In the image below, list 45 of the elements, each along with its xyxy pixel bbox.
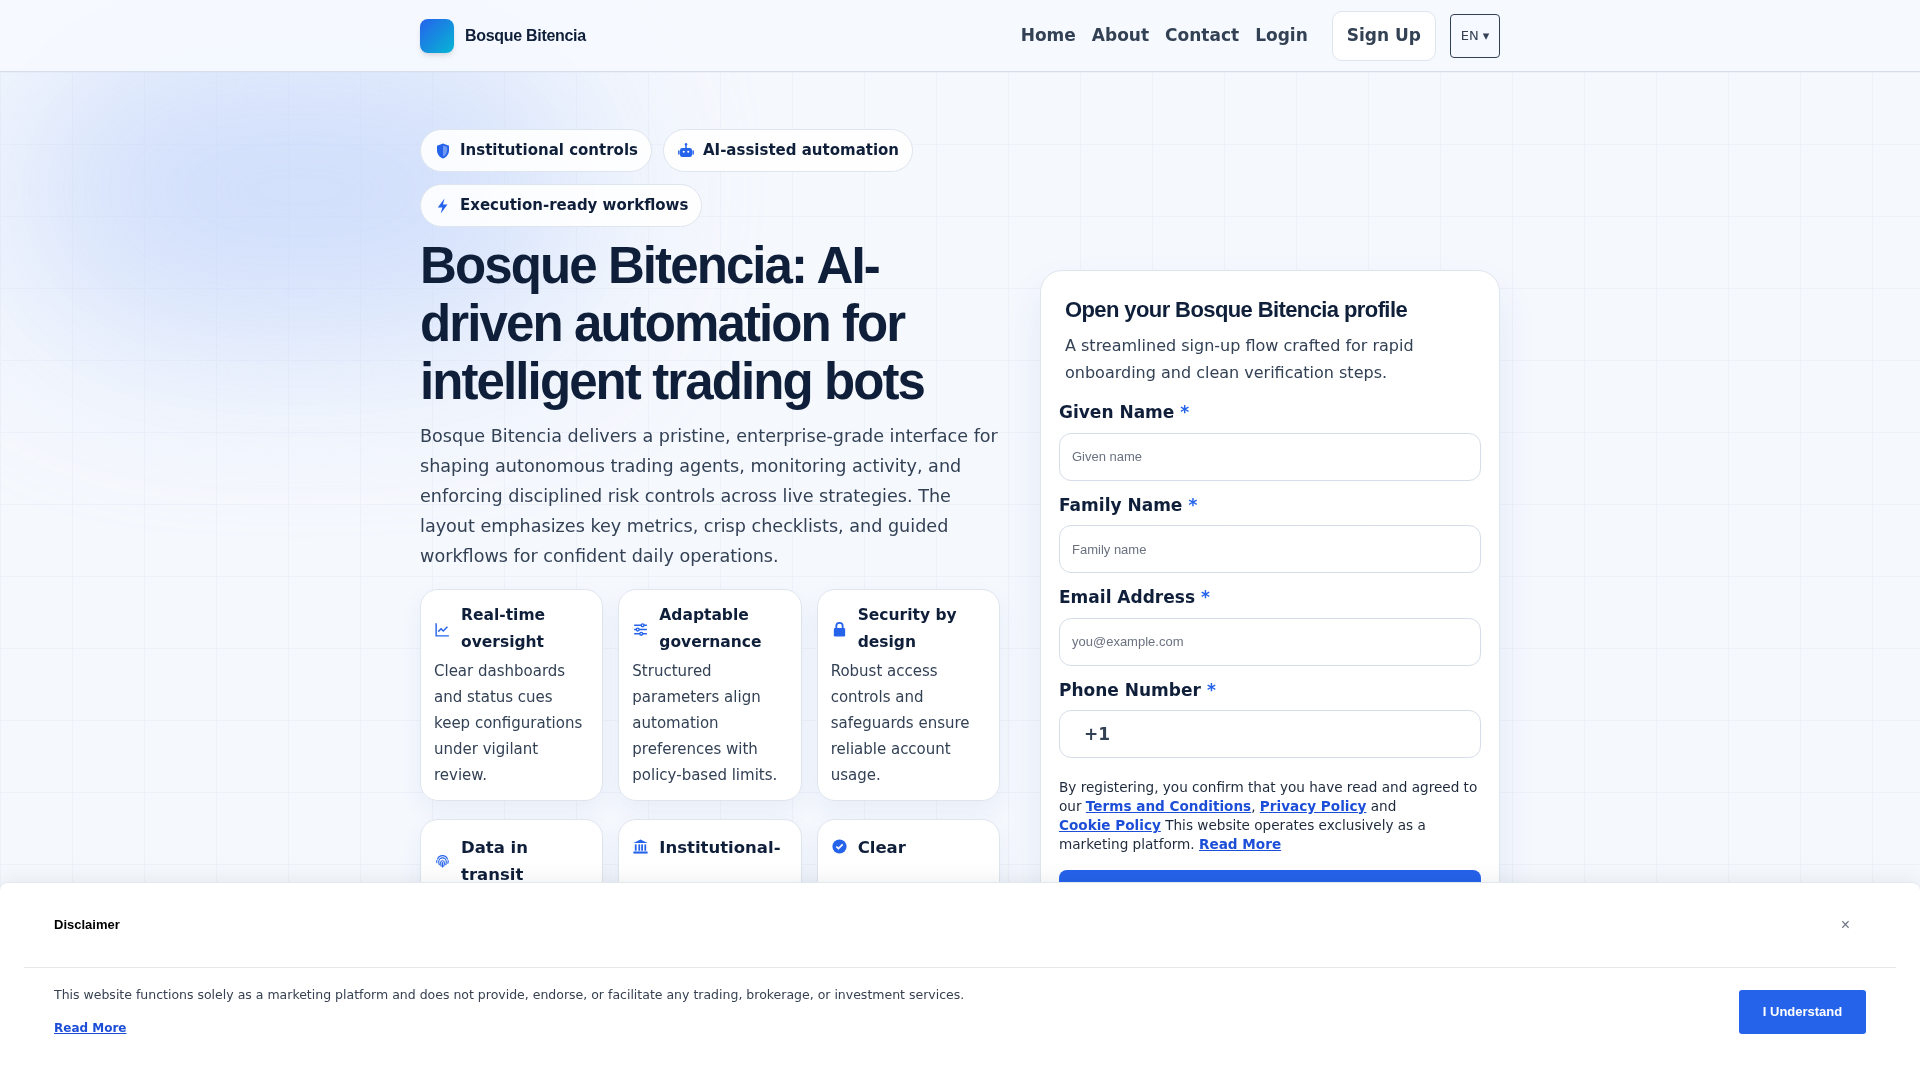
policy-link[interactable]: Privacy Policy [1259, 798, 1367, 814]
policy-link[interactable]: Read More [1199, 836, 1282, 852]
hero-description: Bosque Bitencia delivers a pristine, enterprise-grade interface for shaping autonomous trading agents, monitoring activity, and enforcing disciplined risk controls across live strategies. The layout emphasizes key metrics, crisp checklists, and guided workflows for confident daily operations. [420, 425, 999, 568]
required-mark: * [1180, 401, 1190, 424]
nav-link[interactable]: Home [1020, 22, 1076, 49]
nav-link[interactable]: About [1091, 22, 1150, 49]
input-field[interactable]: Family name [1059, 525, 1481, 573]
required-mark: * [1206, 678, 1216, 702]
feature-title: Institutional- [659, 837, 781, 859]
nav-link[interactable]: Contact [1165, 22, 1240, 49]
feature-title: Adaptable governance [659, 605, 763, 653]
feature-title: Real-time oversight [461, 605, 547, 653]
policy-link[interactable]: Cookie Policy [1059, 817, 1161, 833]
feature-badge: Institutional controls [420, 129, 652, 172]
field-label: Family Name [1059, 493, 1183, 517]
disclaimer-title: Disclaimer [54, 916, 120, 935]
feature-badge: Execution-ready workflows [420, 184, 703, 227]
read-more-link[interactable]: Read More [54, 1018, 127, 1037]
feature-title: Security by design [857, 605, 958, 653]
feature-title: Clear [857, 837, 906, 859]
language-selector[interactable]: EN ▾ [1450, 13, 1500, 58]
brand-name[interactable]: Bosque Bitencia [465, 23, 586, 48]
form-subtitle: A streamlined sign-up flow crafted for rapid onboarding and clean verification steps. [1064, 335, 1415, 384]
field-label: Email Address [1059, 586, 1196, 609]
feature-description: Robust access controls and safeguards ensure reliable account usage. [830, 661, 971, 786]
sign-up-button[interactable]: Sign Up [1331, 10, 1436, 61]
required-mark: * [1201, 586, 1210, 609]
input-field[interactable]: Given name [1059, 432, 1481, 481]
required-mark: * [1188, 493, 1198, 517]
consent-text: By registering, you confirm that you have read and agreed to our Terms and Conditions, Privacy Policy and Cookie Policy This website operates exclusively as a marketing platform. Read More [1059, 778, 1479, 854]
close-button[interactable]: × [1840, 913, 1850, 937]
field-label: Phone Number [1059, 678, 1201, 702]
feature-description: Structured parameters align automation preferences with policy-based limits. [632, 661, 779, 786]
input-field[interactable]: +1 [1059, 710, 1481, 758]
feature-badge: AI-assisted automation [662, 129, 914, 172]
disclaimer-text: This website functions solely as a marketing platform and does not provide, endorse, or facilitate any trading, brokerage, or investment services. [54, 986, 965, 1004]
feature-description: Clear dashboards and status cues keep configurations under vigilant review. [434, 661, 584, 786]
feature-title: Data in transit [461, 837, 529, 886]
form-title: Open your Bosque Bitencia profile [1064, 296, 1409, 324]
nav-link[interactable]: Login [1255, 22, 1308, 49]
hero-heading: Bosque Bitencia: AI-driven automation for intelligent trading bots [420, 237, 926, 411]
policy-link[interactable]: Terms and Conditions [1085, 798, 1252, 814]
field-label: Given Name [1059, 401, 1175, 424]
understand-button[interactable]: I Understand [1739, 990, 1866, 1034]
input-field[interactable]: you@example.com [1059, 617, 1481, 666]
